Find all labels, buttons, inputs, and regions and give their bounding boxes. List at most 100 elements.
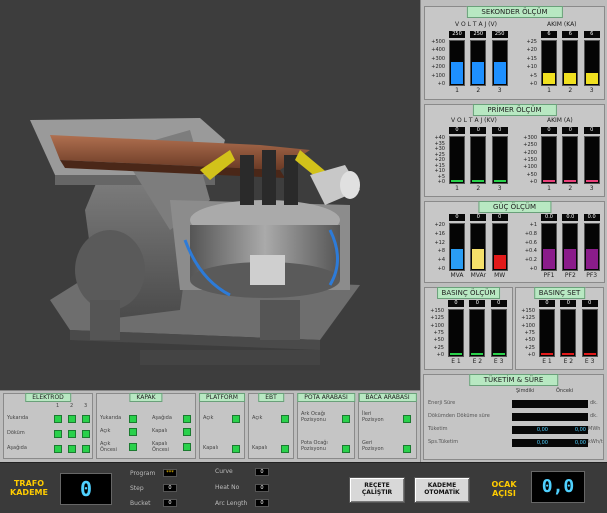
- gauge-label: PF1: [543, 272, 555, 279]
- sekonder-olcum-section: SEKONDER ÖLÇÜM V O L T A J (V) AKIM (KA)…: [424, 6, 605, 100]
- gauge-fill: [562, 353, 575, 355]
- primer-voltaj-label: V O L T A J (KV): [451, 117, 497, 124]
- scale-tick-label: +0: [437, 266, 445, 272]
- scale-tick-label: +0.6: [524, 239, 537, 246]
- gauge-fill: [543, 180, 555, 182]
- gauge-value: 6: [562, 31, 579, 38]
- status-led: [183, 428, 191, 436]
- gauge-fill: [564, 248, 577, 269]
- baca-geri: Geri Pozisyon: [362, 440, 384, 452]
- pota-pota-ocagi: Pota Ocağı Pozisyonu: [301, 440, 328, 452]
- gauge-fill: [564, 180, 577, 182]
- gauge-bar: [449, 136, 465, 184]
- gauge-fill: [583, 353, 596, 355]
- gauge-fill: [493, 255, 506, 269]
- footer-bar: TRAFO KADEME 0 Program *** Step 0 Bucket…: [0, 462, 607, 513]
- kapak-kapali-oncesi: Kapalı Öncesi: [152, 441, 169, 453]
- tuketim-onceki: 0,00: [550, 426, 588, 434]
- status-led: [82, 415, 90, 423]
- scale-tick-label: +0.4: [524, 248, 537, 255]
- platform-acik: Açık: [203, 415, 214, 421]
- gauge-bar: [541, 223, 557, 271]
- status-led: [68, 415, 76, 423]
- primer-olcum-section: PRİMER ÖLÇÜM V O L T A J (KV) AKIM (A) +…: [424, 104, 605, 197]
- kademe-otomatik-button[interactable]: KADEME OTOMATİK: [414, 477, 470, 503]
- gauge-bar: [583, 223, 600, 271]
- step-value: 0: [163, 484, 177, 492]
- ebt-acik: Açık: [252, 415, 263, 421]
- tuketim-sure-section: TÜKETİM & SÜRE Şimdiki Önceki Enerji Sür…: [423, 374, 604, 460]
- platform-group: PLATFORM Açık Kapalı: [199, 393, 245, 459]
- gauge-value: 250: [449, 31, 465, 38]
- gauge-value: 0: [449, 127, 465, 134]
- sekonder-title: SEKONDER ÖLÇÜM: [466, 6, 563, 18]
- status-led: [232, 415, 240, 423]
- scale-tick-label: +0.2: [524, 257, 537, 264]
- arc-furnace-illustration: [30, 118, 360, 365]
- tuketim-title: TÜKETİM & SÜRE: [468, 374, 559, 386]
- status-led: [82, 430, 90, 438]
- dokum-sure-simdiki: [512, 413, 550, 421]
- tuketim-row-label: Dökümden Döküme süre: [428, 413, 490, 419]
- status-led: [54, 415, 62, 423]
- basinc-olcum-title: BASINÇ ÖLÇÜM: [436, 287, 501, 299]
- gauge-label: 3: [497, 87, 502, 94]
- pota-ark-ocagi: Ark Ocağı Pozisyonu: [301, 411, 326, 423]
- status-led: [54, 430, 62, 438]
- enerji-sure-simdiki: [512, 400, 550, 408]
- gauge-fill: [585, 248, 598, 269]
- gauge-fill: [450, 353, 462, 355]
- status-led: [129, 443, 137, 451]
- scale-tick-label: +250: [523, 142, 537, 149]
- elektrod-row-yukarida: Yukarıda: [7, 415, 29, 421]
- bucket-value: 0: [163, 499, 177, 507]
- step-label: Step: [130, 485, 144, 492]
- basinc-set-section: BASINÇ SET +150 +125 +100 +75 +50 +25 +0 0 E 1 0 E…: [515, 287, 604, 370]
- gauge-fill: [543, 248, 555, 269]
- gauge-value: 0: [539, 300, 555, 307]
- elektrod-col-1: 1: [56, 403, 60, 409]
- gauge-fill: [451, 180, 463, 182]
- gauge-value: 6: [583, 31, 600, 38]
- scale-tick-label: +0: [529, 81, 537, 87]
- gauge-bar: [562, 223, 579, 271]
- ocak-acisi-label: OCAK AÇISI: [491, 480, 517, 498]
- gauge-label: 2: [568, 185, 573, 192]
- gauge-fill: [541, 353, 553, 355]
- recete-calistir-button[interactable]: REÇETE ÇALIŞTIR: [349, 477, 405, 503]
- gauge-fill: [543, 73, 555, 84]
- guc-olcum-section: GÜÇ ÖLÇÜM +20 +16 +12 +8 +4 +0 0 MVA 0 MVAr 0 MW +1…: [424, 201, 605, 283]
- scale-tick-label: +200: [431, 64, 445, 71]
- scale-tick-label: +200: [523, 149, 537, 156]
- gauge-bar: [583, 136, 600, 184]
- scale-tick-label: +0: [529, 179, 537, 185]
- gauge-label: 1: [455, 87, 459, 94]
- program-label: Program: [130, 470, 156, 477]
- gauge-bar: [470, 136, 487, 184]
- scale-tick-label: +100: [521, 322, 535, 329]
- kapak-acik-oncesi: Açık Öncesi: [100, 441, 117, 453]
- gauge-label: E 3: [584, 358, 595, 365]
- scale-tick-label: +0: [436, 352, 444, 358]
- gauge-value: 0: [581, 300, 598, 307]
- heat-no-label: Heat No: [215, 484, 240, 491]
- sps-tuketim-simdiki: 0,00: [512, 439, 550, 447]
- gauge-bar: [562, 40, 579, 86]
- status-led: [82, 445, 90, 453]
- scale-tick-label: +1: [529, 222, 537, 228]
- scale-tick-label: +50: [433, 337, 444, 344]
- gauge-label: 3: [497, 185, 502, 192]
- status-led: [232, 445, 240, 453]
- gauge-label: MVAr: [470, 272, 487, 279]
- gauge-value: 0: [469, 300, 486, 307]
- status-led: [281, 445, 289, 453]
- gauge-label: PF2: [564, 272, 576, 279]
- scale-tick-label: +75: [524, 330, 535, 336]
- status-led: [281, 415, 289, 423]
- gauge-value: 0: [541, 127, 557, 134]
- gauge-label: 2: [568, 87, 573, 94]
- scale-tick-label: +300: [523, 135, 537, 141]
- ocak-acisi-display: 0,0: [531, 471, 585, 503]
- gauge-label: PF3: [586, 272, 598, 279]
- ebt-kapali: Kapalı: [252, 445, 268, 451]
